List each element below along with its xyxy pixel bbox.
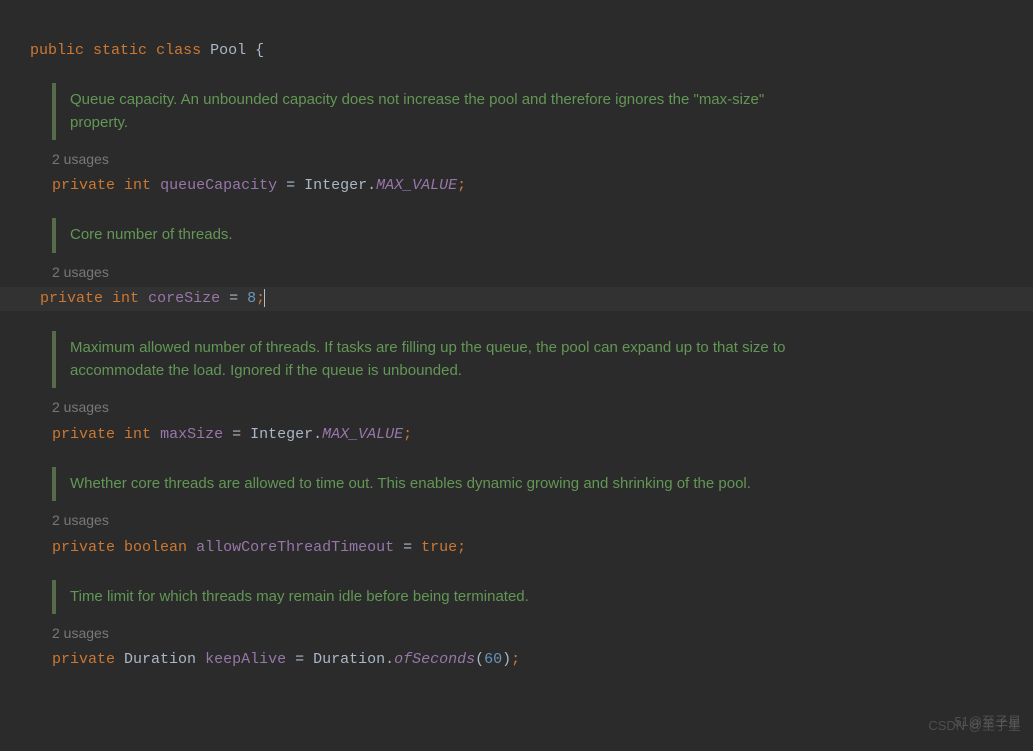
field-name: coreSize (148, 290, 220, 307)
usages-hint[interactable]: 2 usages (52, 622, 1021, 644)
javadoc-text: Core number of threads. (70, 224, 812, 247)
keyword-class: class (156, 42, 201, 59)
number-literal: 60 (484, 651, 502, 668)
assign: = (394, 539, 421, 556)
class-name: Pool (210, 42, 246, 59)
field-keep-alive[interactable]: private Duration keepAlive = Duration.of… (12, 648, 1021, 672)
field-name: maxSize (160, 426, 223, 443)
field-name: queueCapacity (160, 177, 277, 194)
assign: = Integer. (223, 426, 322, 443)
field-queue-capacity[interactable]: private int queueCapacity = Integer.MAX_… (12, 174, 1021, 198)
javadoc-allow-core-thread-timeout[interactable]: Whether core threads are allowed to time… (52, 467, 812, 502)
javadoc-keep-alive[interactable]: Time limit for which threads may remain … (52, 580, 812, 615)
javadoc-text: Maximum allowed number of threads. If ta… (70, 337, 812, 382)
usages-hint[interactable]: 2 usages (52, 148, 1021, 170)
open-brace: { (255, 42, 264, 59)
keyword-static: static (93, 42, 147, 59)
paren-close: ) (502, 651, 511, 668)
keyword-private: private (52, 539, 115, 556)
field-allow-core-thread-timeout[interactable]: private boolean allowCoreThreadTimeout =… (12, 536, 1021, 560)
class-declaration-line[interactable]: public static class Pool { (12, 15, 1021, 63)
javadoc-queue-capacity[interactable]: Queue capacity. An unbounded capacity do… (52, 83, 812, 140)
javadoc-text: Time limit for which threads may remain … (70, 586, 812, 609)
javadoc-text: Whether core threads are allowed to time… (70, 473, 812, 496)
usages-hint[interactable]: 2 usages (52, 396, 1021, 418)
semicolon: ; (457, 539, 466, 556)
semicolon: ; (403, 426, 412, 443)
static-method: ofSeconds (394, 651, 475, 668)
usages-hint[interactable]: 2 usages (52, 509, 1021, 531)
type-int: int (124, 426, 151, 443)
keyword-private: private (52, 426, 115, 443)
bool-literal: true (421, 539, 457, 556)
semicolon: ; (457, 177, 466, 194)
type-boolean: boolean (124, 539, 187, 556)
constant-max-value: MAX_VALUE (376, 177, 457, 194)
semicolon: ; (511, 651, 520, 668)
type-duration: Duration (124, 651, 196, 668)
javadoc-text: Queue capacity. An unbounded capacity do… (70, 89, 812, 134)
constant-max-value: MAX_VALUE (322, 426, 403, 443)
keyword-public: public (30, 42, 84, 59)
usages-hint[interactable]: 2 usages (52, 261, 1021, 283)
text-cursor (264, 289, 265, 307)
type-int: int (112, 290, 139, 307)
keyword-private: private (52, 651, 115, 668)
keyword-private: private (40, 290, 103, 307)
number-literal: 8 (247, 290, 256, 307)
field-max-size[interactable]: private int maxSize = Integer.MAX_VALUE; (12, 423, 1021, 447)
assign: = (220, 290, 247, 307)
field-core-size[interactable]: private int coreSize = 8; (0, 287, 1033, 311)
field-name: keepAlive (205, 651, 286, 668)
assign: = Integer. (277, 177, 376, 194)
watermark-primary: CSDN @至子星 (928, 716, 1021, 737)
javadoc-max-size[interactable]: Maximum allowed number of threads. If ta… (52, 331, 812, 388)
keyword-private: private (52, 177, 115, 194)
paren-open: ( (475, 651, 484, 668)
assign: = Duration. (286, 651, 394, 668)
type-int: int (124, 177, 151, 194)
field-name: allowCoreThreadTimeout (196, 539, 394, 556)
javadoc-core-size[interactable]: Core number of threads. (52, 218, 812, 253)
